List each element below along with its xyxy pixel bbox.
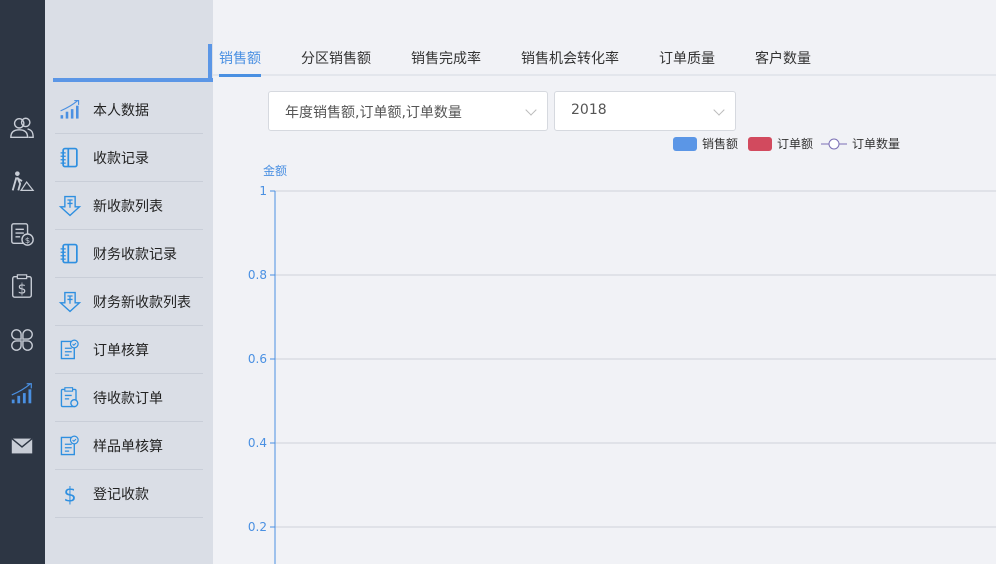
y-tick-label: 1 <box>259 184 267 198</box>
sidebar-item-label: 登记收款 <box>93 486 149 503</box>
chart-growth-icon[interactable] <box>8 380 36 408</box>
legend-line-marker <box>821 138 848 149</box>
legend-swatch-sales <box>673 136 697 151</box>
chevron-down-icon <box>713 104 725 116</box>
tab[interactable]: 销售机会转化率 <box>521 48 619 68</box>
sidebar-item-label: 本人数据 <box>93 102 149 119</box>
y-tick-label: 0.6 <box>248 352 267 366</box>
dollar-icon: $ <box>57 482 83 505</box>
tab-accent <box>208 44 212 82</box>
clipboard-gear-icon <box>57 386 83 410</box>
y-axis-label: 金额 <box>263 163 287 178</box>
tab[interactable]: 客户数量 <box>755 48 811 68</box>
download-list-icon <box>57 194 83 218</box>
tab[interactable]: 销售额 <box>219 48 261 77</box>
notebook-icon <box>57 242 83 266</box>
tab[interactable]: 分区销售额 <box>301 48 371 68</box>
sidebar-item[interactable]: $ 登记收款 <box>55 470 203 518</box>
sidebar-item[interactable]: 新收款列表 <box>55 182 203 230</box>
chart-type-select[interactable]: 年度销售额,订单额,订单数量 <box>268 91 548 131</box>
mail-icon[interactable] <box>8 432 36 460</box>
sidebar-item[interactable]: 财务新收款列表 <box>55 278 203 326</box>
tab-bar: 销售额 分区销售额 销售完成率 销售机会转化率 订单质量 客户数量 <box>213 44 996 77</box>
legend-swatch-orders <box>748 136 773 151</box>
sidebar-item[interactable]: 财务收款记录 <box>55 230 203 278</box>
sidebar-item-label: 收款记录 <box>93 150 149 167</box>
sidebar-item-label: 样品单核算 <box>93 438 163 455</box>
sidebar-accent <box>53 78 213 82</box>
sidebar-item[interactable]: 收款记录 <box>55 134 203 182</box>
y-tick-label: 0.4 <box>248 436 267 450</box>
y-tick-label: 0.2 <box>248 520 267 534</box>
tab[interactable]: 销售完成率 <box>411 48 481 68</box>
tab[interactable]: 订单质量 <box>659 48 715 68</box>
sidebar-item[interactable]: 订单核算 <box>55 326 203 374</box>
sidebar-item-label: 待收款订单 <box>93 390 163 407</box>
svg-text:$: $ <box>63 482 76 505</box>
notebook-icon <box>57 146 83 170</box>
sidebar-item-label: 财务新收款列表 <box>93 294 191 311</box>
chart-type-value: 年度销售额,订单额,订单数量 <box>285 105 462 121</box>
svg-text:$: $ <box>18 281 27 297</box>
sidebar-item-label: 新收款列表 <box>93 198 163 215</box>
users-icon[interactable] <box>8 114 36 142</box>
y-tick-label: 0.8 <box>248 268 267 282</box>
sidebar-item-label: 订单核算 <box>93 342 149 359</box>
chevron-down-icon <box>525 104 537 116</box>
worker-icon[interactable] <box>8 168 36 196</box>
year-select[interactable]: 2018 <box>554 91 736 131</box>
sidebar-item[interactable]: 本人数据 <box>55 86 203 134</box>
download-list-icon <box>57 290 83 314</box>
sidebar-item[interactable]: 待收款订单 <box>55 374 203 422</box>
svg-text:$: $ <box>25 235 30 245</box>
clover-icon[interactable] <box>8 326 36 354</box>
chart-growth-icon <box>57 98 83 122</box>
invoice-dollar-icon[interactable]: $ <box>8 220 36 248</box>
doc-check-icon <box>57 338 83 362</box>
chart: 金额 1 0.8 0.6 0.4 0.2 <box>248 163 996 564</box>
year-value: 2018 <box>571 102 607 118</box>
clipboard-dollar-icon[interactable]: $ <box>8 272 36 300</box>
sidebar-item[interactable]: 样品单核算 <box>55 422 203 470</box>
sidebar-item-label: 财务收款记录 <box>93 246 177 263</box>
doc-check-icon <box>57 434 83 458</box>
